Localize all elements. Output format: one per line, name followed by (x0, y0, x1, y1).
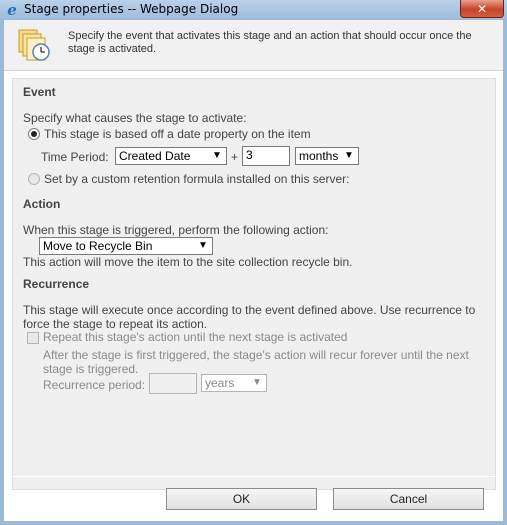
chevron-down-icon: ▼ (252, 377, 262, 388)
recurrence-unit-select[interactable]: years ▼ (201, 374, 267, 392)
plus-sign: + (231, 150, 239, 164)
radio-custom-formula-label: Set by a custom retention formula instal… (44, 172, 350, 186)
date-property-value: Created Date (119, 149, 191, 163)
time-amount-input[interactable]: 3 (242, 146, 290, 166)
action-prompt: When this stage is triggered, perform th… (23, 223, 329, 237)
time-period-label: Time Period: (41, 150, 109, 164)
close-button[interactable]: ✕ (460, 0, 504, 18)
cancel-button[interactable]: Cancel (333, 488, 484, 510)
settings-panel: Event Specify what causes the stage to a… (12, 78, 496, 490)
event-section-title: Event (23, 85, 56, 99)
title-bar[interactable]: e Stage properties -- Webpage Dialog ✕ (0, 0, 507, 20)
ok-button[interactable]: OK (166, 488, 317, 510)
action-description: This action will move the item to the si… (23, 255, 353, 269)
dialog-body: Specify the event that activates this st… (4, 20, 503, 521)
action-select[interactable]: Move to Recycle Bin ▼ (39, 237, 213, 255)
chevron-down-icon: ▼ (212, 150, 222, 161)
recurrence-period-input[interactable] (149, 373, 197, 394)
radio-custom-formula[interactable] (28, 173, 40, 185)
recurrence-section-title: Recurrence (23, 277, 90, 291)
recurrence-period-label: Recurrence period: (43, 378, 146, 392)
footer-divider (4, 476, 503, 477)
repeat-checkbox-label: Repeat this stage's action until the nex… (43, 330, 348, 344)
dialog-window: e Stage properties -- Webpage Dialog ✕ S… (0, 0, 507, 525)
time-unit-value: months (299, 149, 339, 163)
close-icon: ✕ (476, 1, 488, 16)
time-unit-select[interactable]: months ▼ (295, 147, 359, 165)
recurrence-note: After the stage is first triggered, the … (43, 348, 469, 376)
event-prompt: Specify what causes the stage to activat… (23, 111, 247, 125)
documents-clock-icon (18, 29, 50, 61)
ok-button-label: OK (232, 492, 251, 506)
ie-icon: e (7, 1, 17, 19)
recurrence-unit-value: years (205, 376, 235, 390)
chevron-down-icon: ▼ (344, 150, 354, 161)
radio-date-property-label: This stage is based off a date property … (44, 127, 311, 141)
header-description: Specify the event that activates this st… (68, 30, 472, 55)
dialog-header: Specify the event that activates this st… (4, 20, 503, 71)
cancel-button-label: Cancel (389, 492, 428, 506)
window-title: Stage properties -- Webpage Dialog (24, 2, 239, 16)
date-property-select[interactable]: Created Date ▼ (115, 147, 227, 165)
action-select-value: Move to Recycle Bin (43, 239, 153, 253)
repeat-checkbox[interactable] (27, 332, 39, 344)
action-section-title: Action (23, 197, 61, 211)
recurrence-description: This stage will execute once according t… (23, 303, 476, 331)
radio-date-property[interactable] (28, 128, 40, 140)
chevron-down-icon: ▼ (198, 240, 208, 251)
